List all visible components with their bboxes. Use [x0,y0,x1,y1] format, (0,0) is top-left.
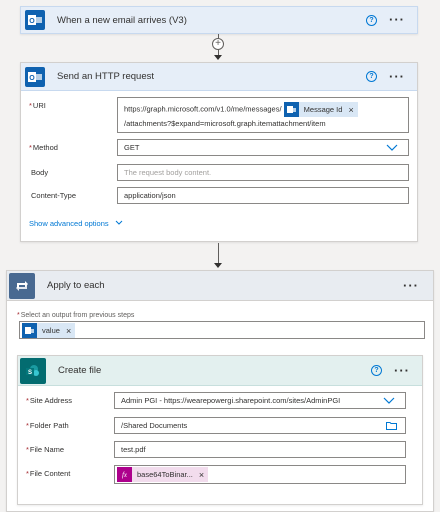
apply-to-each-title: Apply to each [47,280,105,291]
file-name-field[interactable]: test.pdf [114,441,406,458]
uri-field[interactable]: https://graph.microsoft.com/v1.0/me/mess… [117,97,409,133]
folder-path-field[interactable]: /Shared Documents [114,417,406,434]
loop-icon [9,272,35,299]
token-label: base64ToBinar... [137,470,193,479]
more-options-icon[interactable]: ··· [389,13,405,26]
help-icon[interactable]: ? [366,14,377,26]
method-dropdown[interactable]: GET [117,139,409,156]
method-value: GET [124,143,140,152]
folder-path-label: *Folder Path [26,421,69,430]
value-token[interactable]: value × [22,323,76,338]
site-address-value: Admin PGI - https://wearepowergi.sharepo… [121,396,341,405]
outlook-icon [283,102,299,117]
uri-text: https://graph.microsoft.com/v1.0/me/mess… [124,104,282,114]
folder-icon[interactable] [386,421,397,430]
chevron-down-icon [383,397,395,404]
more-options-icon[interactable]: ··· [403,279,419,292]
http-title: Send an HTTP request [57,71,154,82]
site-address-label: *Site Address [26,396,73,405]
create-file-title: Create file [58,365,102,376]
outlook-icon [22,323,37,338]
remove-token-icon[interactable]: × [199,470,204,480]
content-type-value: application/json [124,191,176,200]
method-label: *Method [29,143,58,152]
body-field[interactable]: The request body content. [117,164,409,181]
trigger-card[interactable]: O When a new email arrives (V3) ? ··· [20,6,418,34]
trigger-title: When a new email arrives (V3) [57,14,187,26]
file-content-field[interactable]: fx base64ToBinar... × [114,465,406,484]
body-placeholder: The request body content. [124,168,212,177]
message-id-token[interactable]: Message Id × [283,102,358,117]
svg-text:S: S [28,370,32,376]
chevron-down-icon [115,220,123,225]
chevron-down-icon [386,144,398,151]
help-icon[interactable]: ? [366,71,377,82]
remove-token-icon[interactable]: × [348,103,353,117]
outlook-icon: O [25,66,45,87]
content-type-label: Content-Type [31,191,77,200]
create-file-card[interactable]: S Create file ? ··· *Site Address Admin … [17,355,423,505]
select-output-label: *Select an output from previous steps [17,312,135,319]
content-type-field[interactable]: application/json [117,187,409,204]
connector-line [218,243,219,265]
show-advanced-options-link[interactable]: Show advanced options [29,219,123,228]
help-icon[interactable]: ? [371,365,382,376]
arrow-down-icon [214,55,222,60]
svg-text:O: O [29,75,35,82]
body-label: Body [31,168,49,177]
expression-token[interactable]: fx base64ToBinar... × [117,467,209,482]
uri-text-continued: /attachments?$expand=microsoft.graph.ite… [124,119,326,128]
sharepoint-icon: S [20,357,46,384]
svg-text:O: O [29,18,35,25]
site-address-dropdown[interactable]: Admin PGI - https://wearepowergi.sharepo… [114,392,406,409]
select-output-field[interactable]: value × [19,321,425,339]
apply-to-each-card[interactable]: Apply to each ··· *Select an output from… [6,270,434,512]
more-options-icon[interactable]: ··· [394,364,410,377]
file-name-value: test.pdf [121,445,146,454]
remove-token-icon[interactable]: × [66,326,71,336]
more-options-icon[interactable]: ··· [389,70,405,83]
file-content-label: *File Content [26,469,71,478]
function-icon: fx [117,467,132,482]
folder-path-value: /Shared Documents [121,421,188,430]
http-request-card[interactable]: O Send an HTTP request ? ··· *URI https:… [20,62,418,242]
uri-label: *URI [29,101,46,110]
token-label: Message Id [303,104,343,114]
arrow-down-icon [214,263,222,268]
file-name-label: *File Name [26,445,65,454]
token-label: value [42,326,60,335]
add-step-plus-icon[interactable]: + [212,38,224,50]
outlook-icon: O [25,10,45,30]
